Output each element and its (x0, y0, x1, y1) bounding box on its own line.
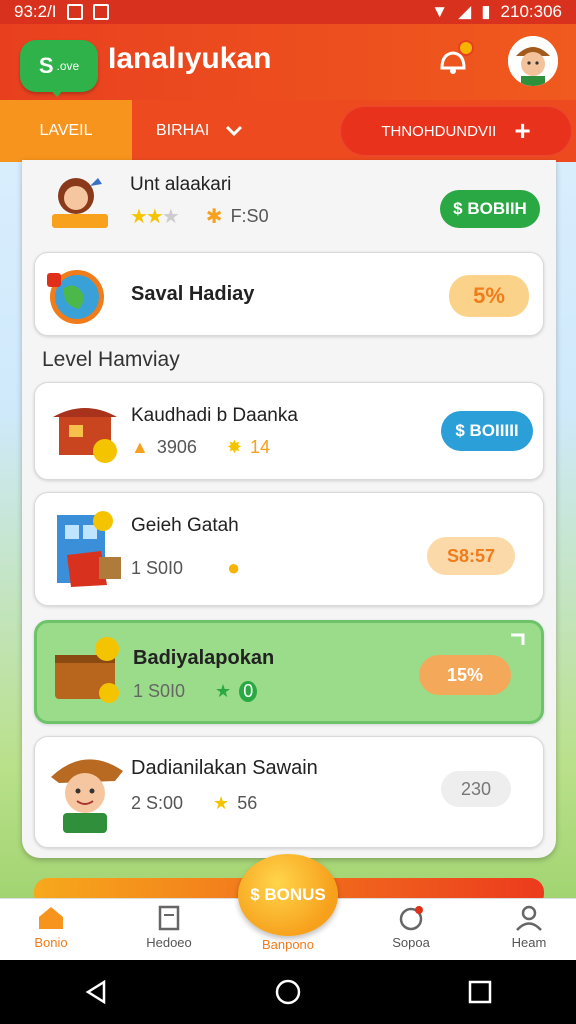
level-meta: 1 S0I0 ★ 0 (133, 681, 258, 702)
drop-icon: ● (227, 555, 241, 580)
coin-icon: ▲ (131, 437, 149, 457)
card-title: Saval Hadiay (131, 283, 255, 305)
user-avatar[interactable] (508, 36, 558, 86)
list-item[interactable]: Dadianilakan Sawain 2 S:00 ★ 56 230 (34, 736, 544, 848)
chevron-down-icon (226, 125, 243, 137)
app-title: Ianalıyukan (108, 42, 272, 75)
bonus-fab-button[interactable]: $ BONUS (238, 854, 338, 936)
shop-bag-icon (399, 906, 423, 931)
shop-icon (57, 511, 121, 587)
home-icon (39, 907, 63, 929)
plus-icon: + (514, 115, 531, 146)
nav-label: Sopoa (392, 935, 430, 950)
app-logo[interactable]: S .ove (20, 40, 98, 97)
chest-icon (55, 637, 119, 703)
notification-icon-2 (92, 4, 109, 20)
filter-tab-bar: LAVEIL BIRHAI THNOHDUNDVII + (0, 100, 576, 162)
star-icon: ★ (215, 681, 232, 701)
nav-label: Banpono (261, 937, 315, 952)
card-title: Unt alaakari (130, 174, 232, 195)
list-item[interactable]: Kaudhadi b Daanka ▲ 3906 ✸ 14 $ BOIIIII (34, 382, 544, 480)
app-bar: S .ove Ianalıyukan (0, 24, 576, 100)
list-item[interactable]: Unt alaakari ★★★ ✱ F:S0 $ BOBIIH (34, 166, 544, 246)
globe-icon (47, 270, 104, 324)
signal-icon: ◢ (458, 2, 472, 21)
back-icon[interactable] (82, 978, 110, 1006)
coin-value: 2 S:00 (131, 793, 184, 813)
card-meta: ★★★ ✱ F:S0 (130, 204, 269, 229)
notification-dot (458, 40, 474, 56)
recents-icon[interactable] (466, 978, 494, 1006)
battery-icon: ▮ (481, 2, 491, 21)
stall-icon (53, 408, 117, 463)
profile-icon (516, 905, 542, 931)
add-action-label: THNOHDUNDVII (381, 122, 497, 140)
star-icon: ✸ (226, 437, 242, 457)
notification-bell-icon[interactable] (436, 40, 474, 78)
star-value: 0 (239, 681, 258, 702)
nav-item-home[interactable]: Bonio (6, 905, 96, 950)
discount-badge: 15% (419, 655, 511, 695)
coin-value: 3906 (156, 437, 197, 457)
corner-arrow-icon (511, 633, 525, 645)
card-meta-value: F:S0 (230, 206, 269, 226)
nav-item-bonus[interactable]: Banpono (243, 937, 333, 952)
cowboy-icon (51, 759, 123, 833)
status-bar: 93:2/I ▼ ◢ ▮ 210:306 (0, 0, 576, 24)
tab-sort-label: BIRHAI (156, 122, 210, 139)
star-value: 14 (249, 437, 270, 457)
status-clock: 210:306 (500, 2, 562, 21)
nav-item-history[interactable]: Hedoeo (124, 905, 214, 950)
add-action-button[interactable]: THNOHDUNDVII + (340, 106, 572, 156)
coin-icon: ✱ (205, 206, 223, 228)
claim-button[interactable]: $ BOBIIH (440, 190, 540, 228)
nav-label: Heam (511, 935, 547, 950)
level-title: Dadianilakan Sawain (131, 757, 318, 779)
list-item[interactable]: Geieh Gatah 1 S0I0 ● S8:57 (34, 492, 544, 606)
nav-item-shop[interactable]: Sopoa (366, 905, 456, 950)
level-meta: 1 S0I0 ● (131, 555, 240, 581)
rating-stars: ★★★ (130, 206, 180, 228)
logo-sub: .ove (56, 59, 80, 73)
section-title: Level Hamviay (42, 348, 180, 371)
nav-label: Bonio (34, 935, 68, 950)
star-icon: ★ (213, 793, 230, 813)
level-meta: ▲ 3906 ✸ 14 (131, 437, 270, 458)
level-title: Geieh Gatah (131, 515, 239, 536)
coin-value: 1 S0I0 (131, 557, 184, 578)
notification-icon (66, 4, 83, 20)
document-icon (158, 905, 180, 931)
nav-item-profile[interactable]: Heam (484, 905, 574, 950)
price-badge: 230 (441, 771, 511, 807)
claim-button[interactable]: $ BOIIIII (441, 411, 533, 451)
level-title: Kaudhadi b Daanka (131, 405, 298, 426)
girl-avatar-icon (52, 178, 108, 228)
logo-mark: S (38, 53, 54, 78)
level-meta: 2 S:00 ★ 56 (131, 793, 257, 814)
home-circle-icon[interactable] (274, 978, 302, 1006)
system-nav-bar (0, 960, 576, 1024)
status-time: 93:2/I (14, 2, 57, 21)
tab-level[interactable]: LAVEIL (0, 100, 132, 162)
tab-sort-dropdown[interactable]: BIRHAI (156, 100, 243, 162)
list-item[interactable]: Badiyalapokan 1 S0I0 ★ 0 15% (34, 620, 544, 724)
star-value: 56 (237, 793, 258, 813)
nav-label: Hedoeo (146, 935, 192, 950)
list-item[interactable]: Saval Hadiay 5% (34, 252, 544, 336)
coin-value: 1 S0I0 (133, 681, 186, 701)
price-badge: S8:57 (427, 537, 515, 575)
discount-badge: 5% (449, 275, 529, 317)
wifi-icon: ▼ (431, 2, 449, 21)
level-title: Badiyalapokan (133, 647, 275, 669)
